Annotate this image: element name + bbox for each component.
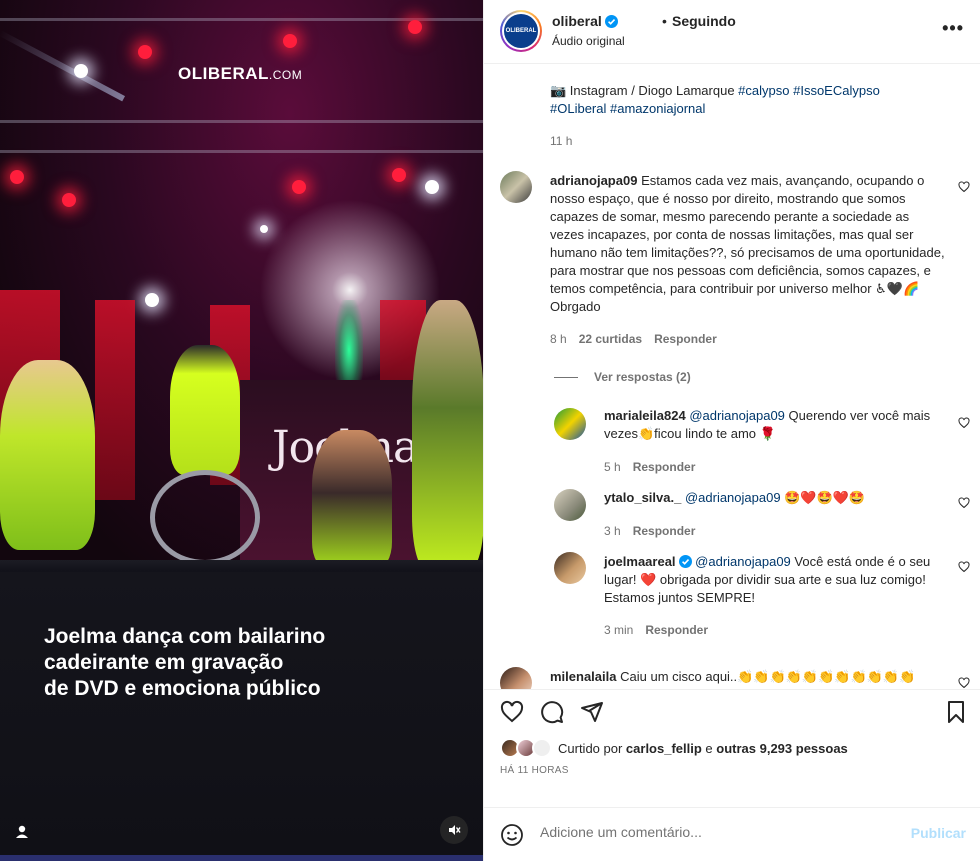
video-player[interactable]: Joelma OLIBERAL.COM Joelma dança com bai… [0,0,483,861]
verified-icon [678,555,692,568]
heart-icon[interactable] [958,497,970,509]
following-button[interactable]: Seguindo [672,13,736,29]
liker-avatar[interactable] [532,738,552,758]
view-replies-button[interactable]: Ver respostas (2) [554,370,691,384]
stage-light [74,64,88,78]
mention-link[interactable]: @adrianojapa09 [689,408,785,423]
avatar[interactable] [554,408,586,440]
reply-button[interactable]: Responder [654,332,717,346]
liker-username[interactable]: carlos_fellip [626,741,702,756]
avatar[interactable] [500,667,532,689]
post-description: 📷 Instagram / Diogo Lamarque #calypso #I… [550,83,880,116]
comment-text: joelmaareal @adrianojapa09 Você está ond… [604,554,931,605]
comment-username[interactable]: milenalaila [550,669,616,684]
separator-dot: • [662,13,667,29]
post-dialog: Joelma OLIBERAL.COM Joelma dança com bai… [0,0,980,861]
stage-panel [95,300,135,500]
reply-button[interactable]: Responder [633,460,696,474]
comment-composer: Publicar [484,807,980,861]
oliberal-watermark: OLIBERAL.COM [178,64,303,83]
comment-text: marialeila824 @adrianojapa09 Querendo ve… [604,408,931,441]
save-icon[interactable] [944,700,968,724]
stage-light [62,193,76,207]
post-header: OLIBERAL oliberal • Seguindo Áudio origi… [484,0,980,64]
heart-icon[interactable] [500,700,524,724]
stage-truss [0,120,483,123]
likes-text[interactable]: Curtido por carlos_fellip e outras 9,293… [558,741,848,756]
caption-area [0,572,483,861]
publish-button[interactable]: Publicar [911,825,966,841]
stage-light [145,293,159,307]
heart-icon[interactable] [958,181,970,193]
heart-icon[interactable] [958,561,970,573]
post-time: 11 h [550,134,573,148]
likes-summary: Curtido por carlos_fellip e outras 9,293… [484,738,980,801]
author-username[interactable]: oliberal [552,13,618,29]
verified-icon [604,15,618,28]
stage-light [292,180,306,194]
mention-link[interactable]: @adrianojapa09 [685,490,781,505]
mute-icon [449,825,461,835]
stage-light [260,225,268,233]
avatar[interactable] [554,552,586,584]
avatar[interactable] [500,171,532,203]
avatar[interactable] [554,489,586,521]
comment-input[interactable] [540,824,900,840]
stage-light [138,45,152,59]
comment-meta: 5 h Responder [604,460,696,474]
comment-meta: 8 h 22 curtidas Responder [550,332,717,346]
stage-light [10,170,24,184]
dancer-right [412,300,483,570]
wheelchair [150,470,260,565]
heart-icon[interactable] [958,677,970,689]
dancer-wheelchair [170,345,240,475]
comment-username[interactable]: ytalo_silva._ [604,490,681,505]
stage-truss [0,150,483,153]
comment-meta: 3 h Responder [604,524,696,538]
stage-light [408,20,422,34]
video-caption: Joelma dança com bailarino cadeirante em… [44,625,326,700]
comment-text: ytalo_silva._ @adrianojapa09 🤩❤️🤩❤️🤩 [604,490,866,505]
user-icon[interactable] [12,822,32,842]
emoji-icon[interactable] [500,823,524,847]
mute-button[interactable] [440,816,468,844]
media-progress [0,855,483,861]
comment-username[interactable]: adrianojapa09 [550,173,637,188]
heart-icon[interactable] [958,417,970,429]
likes-count[interactable]: outras 9,293 pessoas [716,741,848,756]
comment-likes[interactable]: 22 curtidas [579,332,642,346]
more-options-icon[interactable]: ••• [942,18,964,39]
comment-meta: 3 min Responder [604,623,709,637]
comment-text: milenalaila Caiu um cisco aqui..👏👏👏👏👏👏👏👏… [550,669,916,684]
reply-button[interactable]: Responder [645,623,708,637]
hashtag-link[interactable]: #OLiberal [550,101,606,116]
reply-button[interactable]: Responder [633,524,696,538]
stage-light [425,180,439,194]
hashtag-link[interactable]: #IssoECalypso [793,83,880,98]
author-avatar[interactable]: OLIBERAL [500,10,542,52]
dancer-left [0,360,95,550]
comment-icon[interactable] [540,700,564,724]
audio-link[interactable]: Áudio original [552,34,625,48]
comment-text: adrianojapa09 Estamos cada vez mais, ava… [550,173,945,314]
post-panel: OLIBERAL oliberal • Seguindo Áudio origi… [483,0,980,861]
hashtag-link[interactable]: #amazoniajornal [610,101,705,116]
hashtag-link[interactable]: #calypso [738,83,789,98]
post-timestamp[interactable]: HÁ 11 HORAS [500,765,569,776]
comments-list[interactable]: 📷 Instagram / Diogo Lamarque #calypso #I… [484,64,980,689]
comment-username[interactable]: marialeila824 [604,408,686,423]
mention-link[interactable]: @adrianojapa09 [695,554,791,569]
comment-username[interactable]: joelmaareal [604,554,676,569]
stage-light [283,34,297,48]
stage-light [392,168,406,182]
share-icon[interactable] [580,700,604,724]
dancer-center [312,430,392,570]
